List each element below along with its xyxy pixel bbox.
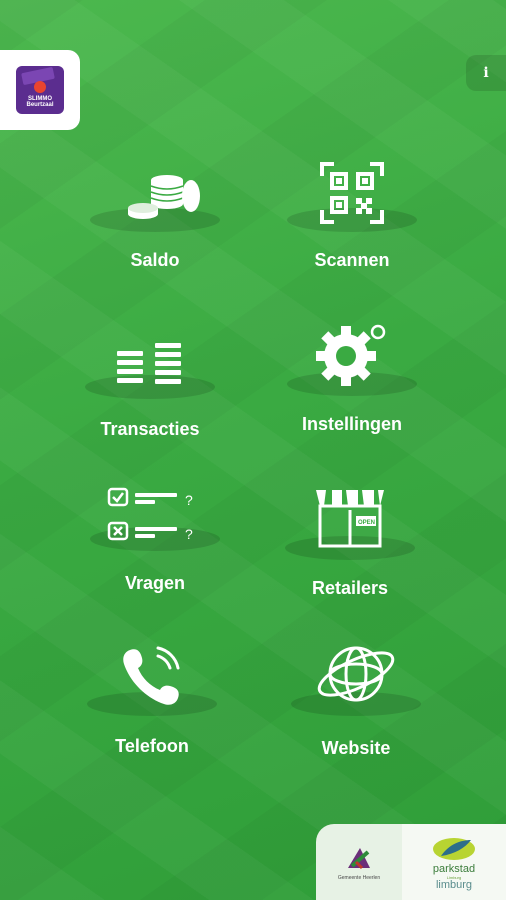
tile-label: Scannen xyxy=(314,250,390,270)
tile-instellingen[interactable]: Instellingen xyxy=(267,318,437,458)
tile-label: Retailers xyxy=(311,578,389,598)
tile-retailers[interactable]: OPEN Retailers xyxy=(265,480,435,620)
partner-badges: Gemeente Heerlen parkstad Limburg limbur… xyxy=(316,824,506,900)
tile-transacties[interactable]: Transacties xyxy=(65,335,235,475)
tile-vragen[interactable]: ? ? Vragen xyxy=(70,485,240,625)
tile-label: Transacties xyxy=(100,419,200,439)
svg-text:?: ? xyxy=(185,492,193,508)
qr-code-icon xyxy=(320,162,384,224)
tile-label: Telefoon xyxy=(115,736,189,756)
heerlen-caption: Gemeente Heerlen xyxy=(337,874,381,881)
store-icon: OPEN xyxy=(316,490,384,548)
logo-text: SLIMMO Beurtzaal xyxy=(26,95,54,108)
phone-icon xyxy=(123,646,180,705)
parkstad-name: parkstad xyxy=(432,862,476,875)
globe-icon xyxy=(317,646,395,702)
partner-badge-parkstad[interactable]: parkstad Limburg limburg xyxy=(402,824,506,900)
svg-text:OPEN: OPEN xyxy=(358,520,375,526)
tile-telefoon[interactable]: Telefoon xyxy=(67,642,237,782)
logo-emblem xyxy=(34,80,46,93)
checklist-question-icon: ? ? xyxy=(107,487,193,542)
parkstad-region: limburg xyxy=(435,878,473,891)
svg-text:?: ? xyxy=(185,526,193,542)
info-button[interactable]: i xyxy=(466,55,506,91)
tile-scannen[interactable]: Scannen xyxy=(267,160,437,300)
info-icon: i xyxy=(483,65,489,81)
tile-label: Saldo xyxy=(130,250,180,270)
tile-label: Instellingen xyxy=(301,414,402,434)
parkstad-leaf-icon xyxy=(433,837,475,860)
transactions-list-icon xyxy=(117,343,181,384)
app-logo: SLIMMO Beurtzaal xyxy=(16,66,64,114)
heerlen-emblem-icon xyxy=(348,847,370,869)
coins-icon xyxy=(128,175,200,219)
tile-website[interactable]: Website xyxy=(271,642,441,782)
tile-label: Vragen xyxy=(124,573,186,593)
tile-saldo[interactable]: Saldo xyxy=(70,170,240,310)
gear-icon xyxy=(316,324,386,386)
app-logo-card[interactable]: SLIMMO Beurtzaal xyxy=(0,50,80,130)
partner-badge-heerlen[interactable]: Gemeente Heerlen xyxy=(316,824,402,900)
tile-label: Website xyxy=(321,738,391,758)
